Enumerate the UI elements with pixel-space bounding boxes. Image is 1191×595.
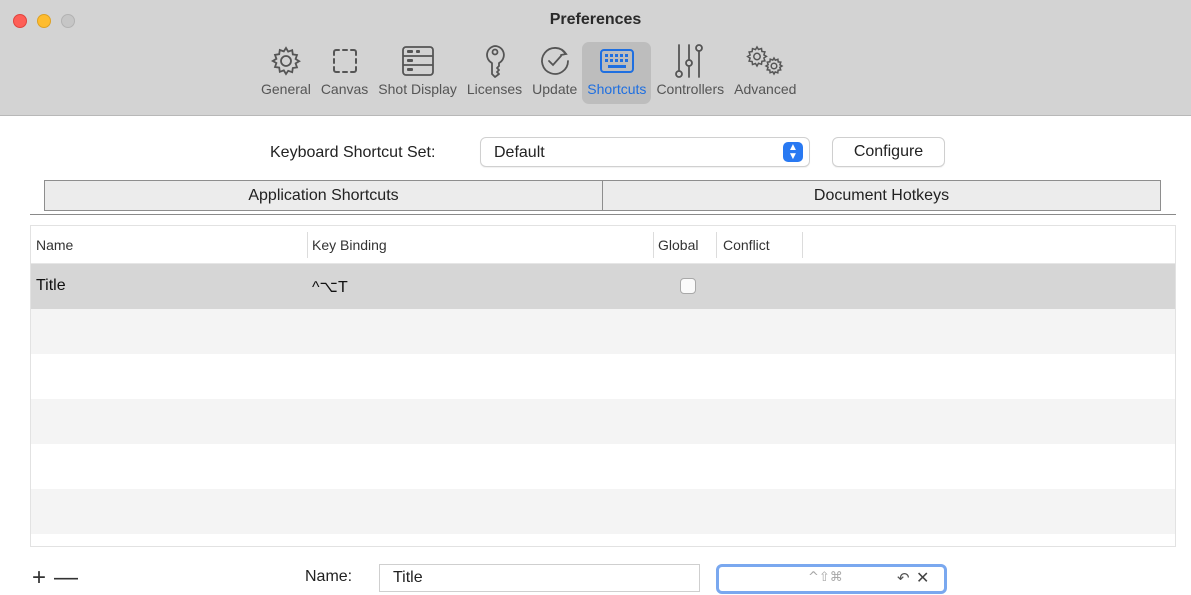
sliders-icon xyxy=(673,42,707,80)
shortcut-tabs: Application Shortcuts Document Hotkeys xyxy=(44,180,1161,211)
tab-licenses-label: Licenses xyxy=(466,81,523,97)
name-input[interactable] xyxy=(380,565,699,591)
modifier-keys-placeholder: ^⇧⌘ xyxy=(808,570,843,585)
global-checkbox[interactable] xyxy=(680,278,696,294)
configure-button[interactable]: Configure xyxy=(832,137,945,167)
gear-icon xyxy=(270,42,302,80)
title-bar: Preferences General Canvas Shot Display … xyxy=(0,0,1191,116)
empty-row xyxy=(31,309,1175,354)
column-header-key-binding[interactable]: Key Binding xyxy=(312,237,387,253)
tab-canvas-label: Canvas xyxy=(320,81,369,97)
divider xyxy=(30,214,1176,215)
table-header: Name Key Binding Global Conflict xyxy=(31,226,1175,264)
shortcuts-table: Name Key Binding Global Conflict Title ^… xyxy=(30,225,1176,547)
tab-shot-display[interactable]: Shot Display xyxy=(373,42,462,104)
window-title: Preferences xyxy=(549,11,642,28)
undo-icon[interactable]: ↶ xyxy=(897,569,910,587)
column-separator xyxy=(716,232,717,258)
column-header-global[interactable]: Global xyxy=(658,237,698,253)
shortcut-recorder[interactable]: ^⇧⌘ ↶ ✕ xyxy=(716,564,947,594)
tab-controllers[interactable]: Controllers xyxy=(651,42,729,104)
column-separator xyxy=(802,232,803,258)
add-remove-controls: + — xyxy=(32,566,78,590)
empty-row xyxy=(31,354,1175,399)
shortcut-set-popup[interactable]: Default ▲ ▼ xyxy=(480,137,810,167)
shortcut-set-value: Default xyxy=(494,144,545,161)
tab-shortcuts-label: Shortcuts xyxy=(587,81,647,97)
tab-licenses[interactable]: Licenses xyxy=(462,42,527,104)
column-header-name[interactable]: Name xyxy=(36,237,73,253)
tab-update-label: Update xyxy=(532,81,578,97)
clear-icon[interactable]: ✕ xyxy=(916,568,929,587)
tab-update[interactable]: Update xyxy=(527,42,582,104)
row-key-binding: ^⌥T xyxy=(312,279,348,296)
name-label: Name: xyxy=(305,568,353,585)
shot-display-icon xyxy=(401,42,435,80)
shortcut-set-row: Keyboard Shortcut Set: Default ▲ ▼ Config… xyxy=(0,136,1191,168)
canvas-icon xyxy=(330,42,360,80)
tab-advanced-label: Advanced xyxy=(734,81,797,97)
row-name: Title xyxy=(36,277,66,294)
tab-advanced[interactable]: Advanced xyxy=(729,42,801,104)
tab-canvas[interactable]: Canvas xyxy=(316,42,373,104)
table-row[interactable]: Title ^⌥T xyxy=(31,264,1175,309)
tab-document-hotkeys[interactable]: Document Hotkeys xyxy=(602,181,1160,210)
preferences-toolbar: General Canvas Shot Display Licenses Upd… xyxy=(256,42,801,104)
tab-application-shortcuts[interactable]: Application Shortcuts xyxy=(45,181,602,210)
tab-controllers-label: Controllers xyxy=(656,81,725,97)
tab-general[interactable]: General xyxy=(256,42,316,104)
chevron-up-down-icon: ▲ ▼ xyxy=(783,142,803,162)
tab-general-label: General xyxy=(261,81,311,97)
name-field[interactable] xyxy=(379,564,700,592)
gears-icon xyxy=(745,42,785,80)
preferences-window: Preferences General Canvas Shot Display … xyxy=(0,0,1191,595)
tab-shortcuts[interactable]: Shortcuts xyxy=(582,42,652,104)
key-icon xyxy=(482,42,508,80)
remove-shortcut-button[interactable]: — xyxy=(54,566,78,590)
empty-row xyxy=(31,489,1175,534)
empty-row xyxy=(31,444,1175,489)
column-separator xyxy=(307,232,308,258)
keyboard-icon xyxy=(599,42,635,80)
add-shortcut-button[interactable]: + xyxy=(32,566,54,590)
tab-shot-display-label: Shot Display xyxy=(378,81,457,97)
checkmark-circle-icon xyxy=(538,42,572,80)
shortcut-set-label: Keyboard Shortcut Set: xyxy=(270,144,436,161)
column-separator xyxy=(653,232,654,258)
column-header-conflict[interactable]: Conflict xyxy=(723,237,770,253)
empty-row xyxy=(31,399,1175,444)
